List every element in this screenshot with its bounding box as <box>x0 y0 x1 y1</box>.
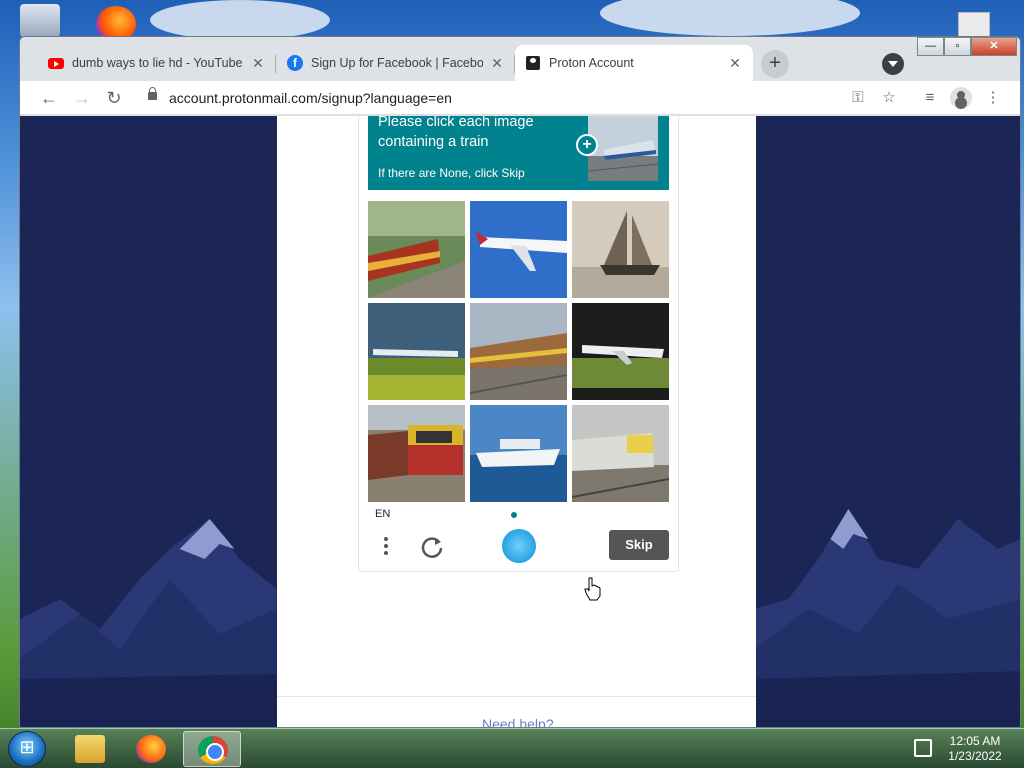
tab-title: Sign Up for Facebook | Facebook <box>311 56 483 70</box>
close-icon[interactable]: ✕ <box>250 55 266 71</box>
start-button[interactable] <box>8 731 46 767</box>
close-icon[interactable]: ✕ <box>727 55 743 71</box>
page-indicator-dot <box>511 512 517 518</box>
tab-title: dumb ways to lie hd - YouTube <box>72 56 243 70</box>
captcha-tile-train[interactable] <box>368 405 465 502</box>
forward-arrow-icon[interactable]: → <box>71 87 93 109</box>
new-tab-button[interactable]: + <box>761 50 789 78</box>
browser-toolbar: ← → ↻ account.protonmail.com/signup?lang… <box>20 81 1020 115</box>
captcha-prompt: Please click each image containing a tra… <box>368 116 669 190</box>
system-clock[interactable]: 12:05 AM 1/23/2022 <box>940 734 1010 764</box>
close-window-button[interactable]: ✕ <box>971 37 1017 56</box>
chrome-taskbar-button[interactable] <box>183 731 241 767</box>
refresh-icon[interactable] <box>419 534 445 560</box>
more-options-icon[interactable] <box>379 534 393 560</box>
hcaptcha-challenge: Please click each image containing a tra… <box>358 116 679 572</box>
divider <box>277 696 756 697</box>
tab-search-icon[interactable] <box>882 53 904 75</box>
firefox-icon <box>136 735 166 763</box>
close-icon[interactable]: ✕ <box>489 55 505 71</box>
tab-proton[interactable]: Proton Account ✕ <box>515 45 753 81</box>
minimize-button[interactable]: — <box>917 37 944 56</box>
captcha-image-grid <box>368 201 670 502</box>
cloud <box>600 0 860 36</box>
tab-youtube[interactable]: dumb ways to lie hd - YouTube ✕ <box>38 45 276 81</box>
taskbar: 12:05 AM 1/23/2022 <box>0 728 1024 768</box>
media-queue-icon[interactable]: ≡ <box>920 88 940 108</box>
sample-train-image[interactable] <box>588 116 658 181</box>
browser-window: dumb ways to lie hd - YouTube ✕ f Sign U… <box>19 36 1021 728</box>
captcha-tile-sailboat[interactable] <box>572 201 669 298</box>
lock-icon[interactable] <box>148 87 157 100</box>
key-icon[interactable]: ⚿ <box>848 88 868 108</box>
signup-panel: Please click each image containing a tra… <box>277 116 756 727</box>
network-icon[interactable] <box>914 739 932 757</box>
prompt-line-1: Please click each image <box>378 116 534 130</box>
language-selector[interactable]: EN <box>375 508 390 520</box>
need-help-link[interactable]: Need help? <box>482 716 554 727</box>
captcha-tile-airplane[interactable] <box>368 303 465 400</box>
back-arrow-icon[interactable]: ← <box>38 87 60 109</box>
youtube-icon <box>48 55 64 71</box>
tab-strip: dumb ways to lie hd - YouTube ✕ f Sign U… <box>20 37 1020 81</box>
skip-button[interactable]: Skip <box>609 530 669 560</box>
prompt-line-2: containing a train <box>378 134 489 150</box>
window-controls: — ▫ ✕ <box>917 37 1017 56</box>
folder-icon <box>75 735 105 763</box>
captcha-tile-train[interactable] <box>470 303 567 400</box>
facebook-icon: f <box>287 55 303 71</box>
clock-time: 12:05 AM <box>949 734 1001 748</box>
clock-date: 1/23/2022 <box>948 749 1002 763</box>
menu-kebab-icon[interactable]: ⋮ <box>983 88 1003 108</box>
profile-avatar-icon[interactable] <box>950 87 972 109</box>
explorer-taskbar-button[interactable] <box>61 731 119 767</box>
captcha-tile-airplane[interactable] <box>572 303 669 400</box>
address-bar[interactable]: account.protonmail.com/signup?language=e… <box>169 90 452 106</box>
captcha-tile-train[interactable] <box>368 201 465 298</box>
bookmark-star-icon[interactable]: ☆ <box>879 88 899 108</box>
maximize-button[interactable]: ▫ <box>944 37 971 56</box>
chrome-icon <box>198 736 228 764</box>
page-viewport: Please click each image containing a tra… <box>20 116 1020 727</box>
firefox-taskbar-button[interactable] <box>122 731 180 767</box>
hcaptcha-logo-icon[interactable] <box>502 529 536 563</box>
recycle-bin-icon[interactable] <box>20 4 60 40</box>
reload-icon[interactable]: ↻ <box>103 87 125 109</box>
plus-icon[interactable]: + <box>576 134 598 156</box>
captcha-tile-train[interactable] <box>572 405 669 502</box>
captcha-tile-cruise-ship[interactable] <box>470 405 567 502</box>
captcha-tile-airplane[interactable] <box>470 201 567 298</box>
tab-facebook[interactable]: f Sign Up for Facebook | Facebook ✕ <box>277 45 515 81</box>
cloud <box>150 0 330 40</box>
hand-cursor-icon <box>584 577 601 601</box>
tab-title: Proton Account <box>549 56 634 70</box>
prompt-hint: If there are None, click Skip <box>378 166 525 180</box>
proton-icon <box>525 55 541 71</box>
